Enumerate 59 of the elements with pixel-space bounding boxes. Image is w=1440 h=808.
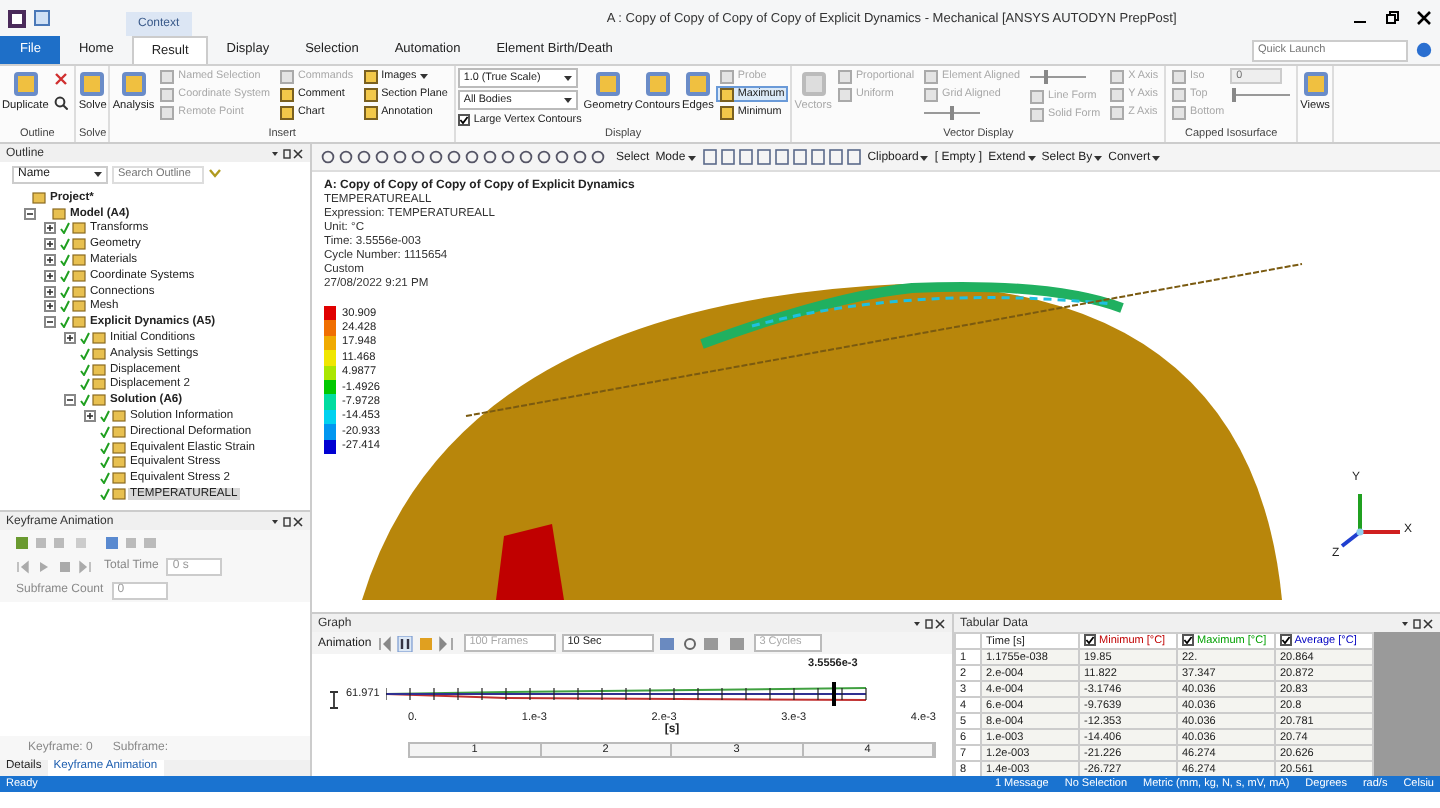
tool-icon <box>683 70 712 98</box>
close-icon[interactable] <box>1416 10 1432 26</box>
slider-thumb[interactable] <box>1044 70 1049 84</box>
expand-toggle[interactable] <box>44 285 56 298</box>
caret-icon <box>563 74 572 82</box>
search-icon[interactable] <box>54 96 69 110</box>
empty-table-area <box>1374 632 1440 776</box>
expand-toggle[interactable] <box>44 316 56 329</box>
tree-node-icon <box>92 394 106 407</box>
expand-toggle[interactable] <box>44 300 56 313</box>
slider[interactable] <box>1030 70 1086 84</box>
expand-toggle[interactable] <box>44 269 56 282</box>
help-icon[interactable] <box>1416 42 1432 58</box>
restore-icon[interactable] <box>1384 10 1400 26</box>
tree-node-icon <box>72 222 86 235</box>
expand-toggle[interactable] <box>64 332 76 345</box>
panel-controls-icon[interactable] <box>1402 617 1434 629</box>
expand-toggle[interactable] <box>44 222 56 235</box>
caret-icon <box>94 170 102 178</box>
checkbox[interactable] <box>457 114 470 126</box>
axis-triad-icon <box>1336 488 1404 548</box>
tool-icon <box>799 70 828 98</box>
tool-icon <box>643 70 672 98</box>
tool-icon <box>1301 70 1330 98</box>
checkbox[interactable] <box>1084 634 1096 647</box>
panel-controls-icon[interactable] <box>914 617 946 629</box>
playback-controls-icon[interactable] <box>377 635 458 651</box>
chevron-icon[interactable] <box>208 168 222 180</box>
tool-icon <box>119 70 148 98</box>
panel-controls-icon[interactable] <box>272 147 304 159</box>
save-icon[interactable] <box>34 10 50 26</box>
tool-icon <box>594 70 623 98</box>
tree-node-icon <box>52 207 66 220</box>
keyframe-tools-icon[interactable] <box>16 535 156 549</box>
panel-controls-icon[interactable] <box>272 515 304 527</box>
slider[interactable] <box>1234 88 1291 102</box>
slider-thumb[interactable] <box>1232 88 1237 102</box>
tool-icon <box>78 70 107 98</box>
slider-thumb[interactable] <box>950 106 955 120</box>
tool-icon <box>11 70 40 98</box>
checkbox[interactable] <box>1280 634 1292 647</box>
caret-icon <box>563 96 572 104</box>
tree-node-icon <box>72 238 86 251</box>
tree-node-icon <box>72 316 86 329</box>
tree-node-icon <box>32 191 46 204</box>
tree-node-icon <box>112 488 126 501</box>
expand-toggle[interactable] <box>24 207 36 220</box>
tree-node-icon <box>112 472 126 485</box>
view-tools-icon[interactable] <box>320 148 610 166</box>
slider[interactable] <box>924 106 981 120</box>
expand-toggle[interactable] <box>44 238 56 251</box>
checkbox[interactable] <box>1182 634 1194 647</box>
selection-tools-icon[interactable] <box>701 148 862 166</box>
expand-toggle[interactable] <box>64 394 76 407</box>
delete-icon[interactable] <box>54 72 69 86</box>
expand-toggle[interactable] <box>84 410 96 423</box>
graph-tools-icon[interactable] <box>659 635 748 651</box>
expand-toggle[interactable] <box>44 254 56 267</box>
app-icon <box>8 9 26 27</box>
